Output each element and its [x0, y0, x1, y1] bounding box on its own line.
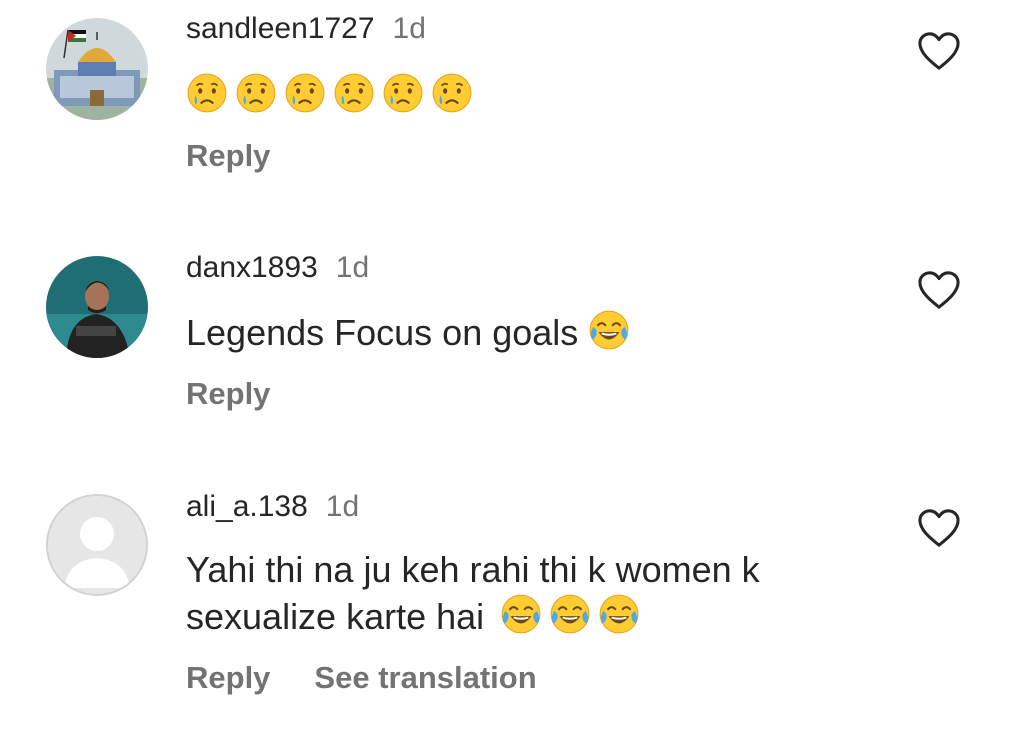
comment-text: Yahi thi na ju keh rahi thi k women k se…	[186, 547, 760, 640]
reply-button[interactable]: Reply	[186, 660, 270, 695]
username[interactable]: ali_a.138	[186, 490, 308, 523]
tears-of-joy-emoji	[598, 593, 640, 635]
avatar[interactable]	[46, 494, 148, 596]
timestamp: 1d	[325, 490, 360, 523]
comment-actions: Reply See translation	[186, 660, 581, 696]
default-avatar-icon	[48, 496, 146, 594]
comment-body-line-2-text: sexualize karte hai	[186, 596, 485, 637]
heart-icon[interactable]	[916, 507, 962, 549]
tears-of-joy-emoji	[500, 593, 542, 635]
tears-of-joy-emoji	[549, 593, 591, 635]
comment-header: ali_a.138 1d	[186, 490, 359, 524]
comment-item: ali_a.138 1d Yahi thi na ju keh rahi thi …	[0, 0, 1024, 745]
comment-body-line-1: Yahi thi na ju keh rahi thi k women k	[186, 549, 760, 590]
see-translation-button[interactable]: See translation	[314, 660, 536, 695]
comment-body-line-2: sexualize karte hai	[186, 593, 760, 640]
